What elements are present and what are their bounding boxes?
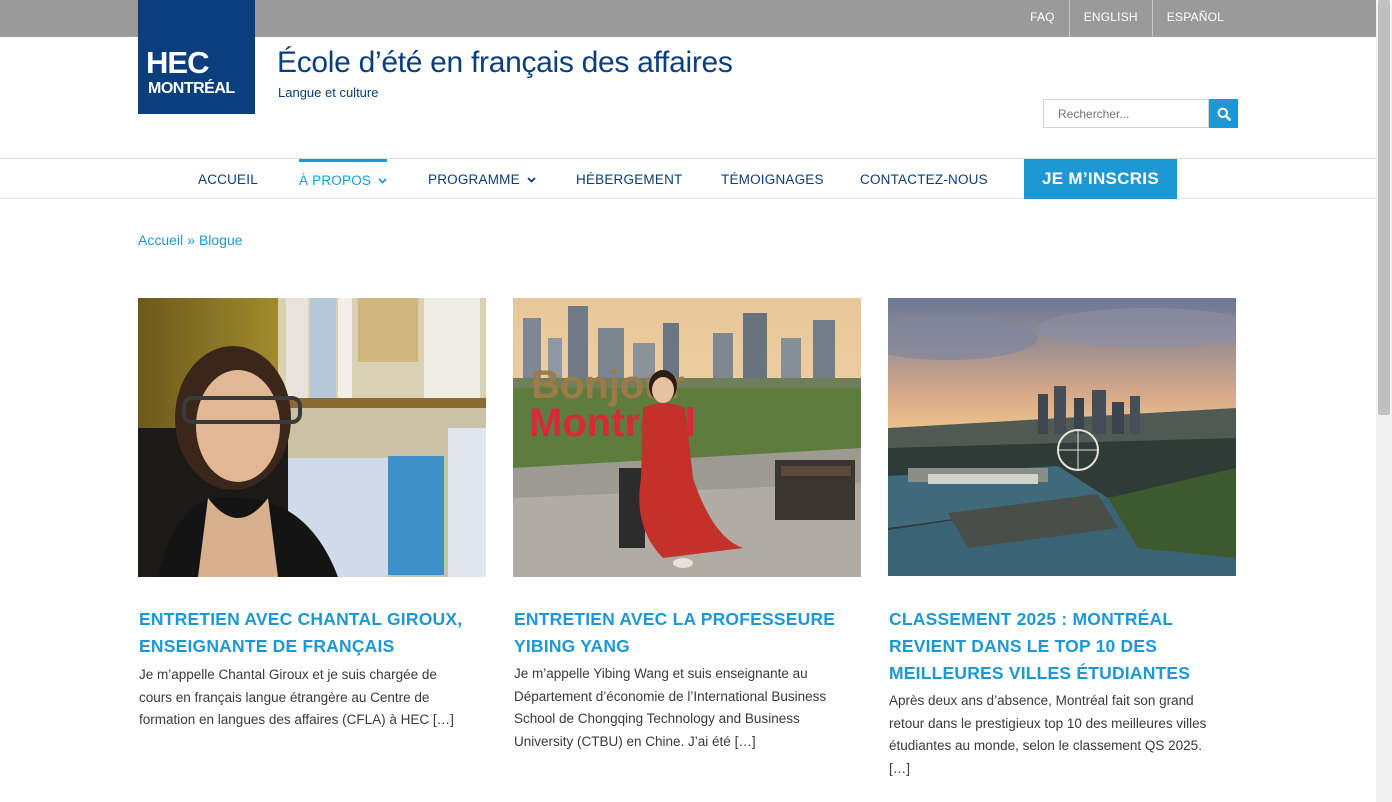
register-button[interactable]: JE M’INSCRIS: [1024, 159, 1177, 199]
search-form: [1043, 99, 1238, 128]
breadcrumb-separator: »: [187, 232, 195, 248]
page-scrollbar[interactable]: [1376, 0, 1392, 802]
post-thumbnail-bonjour-montreal[interactable]: Bonjour Montréal: [513, 298, 861, 577]
chevron-down-icon: [378, 178, 387, 185]
post-title[interactable]: ENTRETIEN AVEC CHANTAL GIROUX, ENSEIGNAN…: [139, 606, 469, 660]
scrollbar-thumb[interactable]: [1378, 0, 1390, 415]
breadcrumb-current: Blogue: [198, 232, 243, 248]
post-title[interactable]: CLASSEMENT 2025 : MONTRÉAL REVIENT DANS …: [889, 606, 1219, 687]
nav-a-propos[interactable]: À PROPOS: [299, 159, 388, 202]
hec-montreal-logo[interactable]: HEC MONTRÉAL: [138, 0, 255, 114]
search-button[interactable]: [1209, 99, 1238, 128]
blog-post-card: Bonjour Montréal ENTRETIEN AVEC LA PROFE…: [513, 298, 861, 749]
search-input[interactable]: [1043, 99, 1209, 128]
nav-accueil[interactable]: ACCUEIL: [198, 159, 258, 199]
espanol-link[interactable]: ESPAÑOL: [1151, 0, 1238, 37]
post-excerpt: Après deux ans d’absence, Montréal fait …: [889, 693, 1207, 777]
blog-post-card: ENTRETIEN AVEC CHANTAL GIROUX, ENSEIGNAN…: [138, 298, 486, 727]
search-icon: [1217, 107, 1231, 121]
nav-programme[interactable]: PROGRAMME: [428, 159, 536, 199]
nav-a-propos-label: À PROPOS: [299, 173, 372, 188]
nav-programme-label: PROGRAMME: [428, 172, 520, 187]
site-title[interactable]: École d’été en français des affaires: [277, 46, 733, 80]
post-thumbnail-montreal-aerial[interactable]: [888, 298, 1236, 576]
nav-temoignages[interactable]: TÉMOIGNAGES: [721, 159, 824, 199]
utility-links: FAQ ENGLISH ESPAÑOL: [1016, 0, 1238, 37]
post-excerpt: Je m’appelle Chantal Giroux et je suis c…: [139, 667, 454, 728]
nav-contactez-nous[interactable]: CONTACTEZ-NOUS: [860, 159, 988, 199]
english-link[interactable]: ENGLISH: [1068, 0, 1152, 37]
logo-montreal-text: MONTRÉAL: [148, 80, 235, 97]
logo-hec-text: HEC: [146, 45, 209, 80]
post-thumbnail-teacher-bookshelf[interactable]: [138, 298, 486, 577]
blog-post-card: CLASSEMENT 2025 : MONTRÉAL REVIENT DANS …: [888, 298, 1236, 776]
site-subtitle: Langue et culture: [278, 85, 379, 100]
faq-link[interactable]: FAQ: [1016, 0, 1069, 37]
post-excerpt: Je m’appelle Yibing Wang et suis enseign…: [514, 666, 827, 750]
breadcrumb: Accueil» Blogue: [138, 232, 243, 248]
post-title[interactable]: ENTRETIEN AVEC LA PROFESSEURE YIBING YAN…: [514, 606, 844, 660]
breadcrumb-home-link[interactable]: Accueil: [138, 232, 183, 248]
nav-hebergement[interactable]: HÉBERGEMENT: [576, 159, 682, 199]
chevron-down-icon: [527, 177, 536, 184]
main-navigation: ACCUEIL À PROPOS PROGRAMME HÉBERGEMENT T…: [0, 158, 1376, 199]
